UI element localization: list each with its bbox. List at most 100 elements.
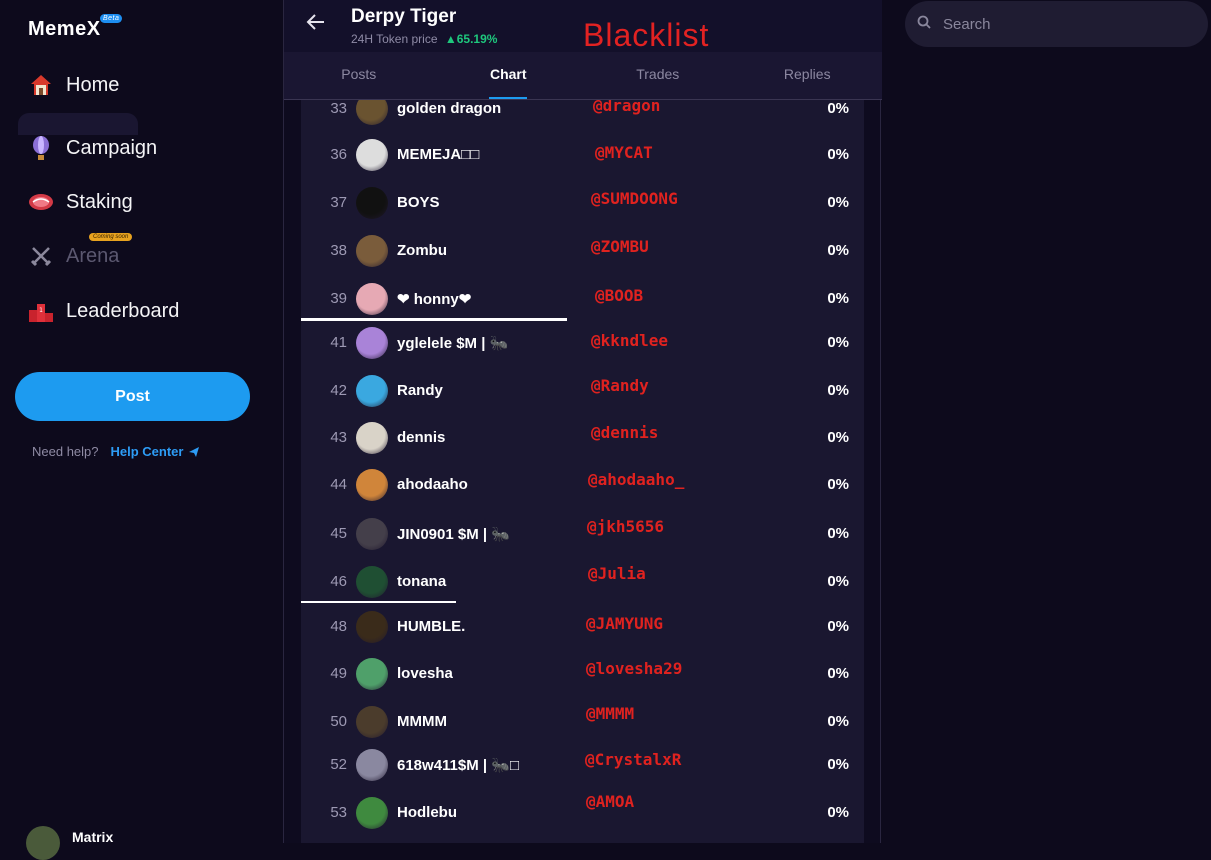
tab-posts[interactable]: Posts <box>284 52 434 99</box>
podium-icon: 1 <box>28 298 54 324</box>
holder-row[interactable]: 42 Randy @Randy 0% <box>301 375 864 407</box>
holder-percentage: 0% <box>827 618 849 635</box>
holder-percentage: 0% <box>827 382 849 399</box>
blacklist-handle: @SUMDOONG <box>591 189 678 208</box>
holder-name[interactable]: Hodlebu <box>397 804 457 821</box>
avatar <box>356 187 388 219</box>
meat-icon <box>28 189 54 215</box>
search-input[interactable] <box>941 14 1185 34</box>
holder-row[interactable]: 41 yglelele $M | 🐜 @kkndlee 0% <box>301 327 864 359</box>
holder-rank: 45 <box>330 525 347 542</box>
holder-name[interactable]: MMMM <box>397 713 447 730</box>
holder-rank: 48 <box>330 618 347 635</box>
avatar <box>356 235 388 267</box>
holder-row[interactable]: 38 Zombu @ZOMBU 0% <box>301 235 864 267</box>
tab-trades[interactable]: Trades <box>583 52 733 99</box>
holder-name[interactable]: yglelele $M | 🐜 <box>397 334 508 352</box>
holder-name[interactable]: BOYS <box>397 194 440 211</box>
sidebar-item-campaign[interactable]: Campaign <box>28 135 157 161</box>
holder-rank: 39 <box>330 290 347 307</box>
holder-percentage: 0% <box>827 525 849 542</box>
holder-percentage: 0% <box>827 573 849 590</box>
holder-percentage: 0% <box>827 334 849 351</box>
help-center-link[interactable]: Help Center <box>111 444 201 459</box>
balloon-icon <box>28 135 54 161</box>
holder-row[interactable]: 48 HUMBLE. @JAMYUNG 0% <box>301 611 864 643</box>
holder-row[interactable]: 36 MEMEJA□□ @MYCAT 0% <box>301 139 864 171</box>
telegram-icon <box>189 446 200 457</box>
sidebar-item-arena[interactable]: Arena Coming soon <box>28 233 133 269</box>
blacklist-handle: @ahodaaho_ <box>588 470 685 489</box>
holder-percentage: 0% <box>827 100 849 117</box>
holder-percentage: 0% <box>827 476 849 493</box>
tab-chart[interactable]: Chart <box>434 52 584 99</box>
avatar <box>26 826 60 860</box>
holder-name[interactable]: tonana <box>397 573 446 590</box>
tab-bar: Posts Chart Trades Replies <box>284 52 882 100</box>
house-icon <box>28 72 54 98</box>
blacklist-handle: @AMOA <box>586 792 635 811</box>
price-change: ▲65.19% <box>444 32 498 46</box>
holder-rank: 41 <box>330 334 347 351</box>
search-bar[interactable] <box>905 1 1208 47</box>
blacklist-handle: @dennis <box>591 423 659 442</box>
holder-name[interactable]: HUMBLE. <box>397 618 465 635</box>
logo-text: MemeX <box>28 18 101 40</box>
sidebar-item-staking[interactable]: Staking <box>28 189 133 215</box>
holder-rank: 50 <box>330 713 347 730</box>
holder-rank: 42 <box>330 382 347 399</box>
token-header: Derpy Tiger 24H Token price ▲65.19% Blac… <box>284 0 882 53</box>
holder-name[interactable]: 618w411$M | 🐜□ <box>397 756 519 774</box>
holder-rank: 52 <box>330 756 347 773</box>
avatar <box>356 422 388 454</box>
avatar <box>356 469 388 501</box>
holder-row[interactable]: 39 ❤ honny❤ @BOOB 0% <box>301 283 864 315</box>
profile-card[interactable]: Matrix <box>26 826 113 860</box>
avatar <box>356 327 388 359</box>
holder-name[interactable]: MEMEJA□□ <box>397 146 479 163</box>
sidebar-item-leaderboard[interactable]: 1 Leaderboard <box>28 298 179 324</box>
holder-row[interactable]: 53 Hodlebu @AMOA 0% <box>301 792 864 829</box>
memex-logo[interactable]: MemeX Beta <box>28 14 123 41</box>
holder-percentage: 0% <box>827 242 849 259</box>
holder-name[interactable]: JIN0901 $M | 🐜 <box>397 525 510 543</box>
holder-name[interactable]: ahodaaho <box>397 476 468 493</box>
holder-row[interactable]: 50 MMMM @MMMM 0% <box>301 704 864 738</box>
holder-row[interactable]: 45 JIN0901 $M | 🐜 @jkh5656 0% <box>301 517 864 550</box>
holder-row[interactable]: 52 618w411$M | 🐜□ @CrystalxR 0% <box>301 749 864 781</box>
holder-row[interactable]: 37 BOYS @SUMDOONG 0% <box>301 187 864 219</box>
blacklist-handle: @Julia <box>588 564 646 583</box>
tab-replies[interactable]: Replies <box>733 52 883 99</box>
holder-percentage: 0% <box>827 429 849 446</box>
holder-percentage: 0% <box>827 194 849 211</box>
blacklist-handle: @JAMYUNG <box>586 614 664 633</box>
token-name: Derpy Tiger <box>351 6 457 27</box>
blacklist-handle: @dragon <box>593 100 661 115</box>
holder-row[interactable]: 33 golden dragon @dragon 0% <box>301 100 864 125</box>
coming-soon-badge: Coming soon <box>89 233 133 241</box>
holder-name[interactable]: golden dragon <box>397 100 501 117</box>
holder-row[interactable]: 44 ahodaaho @ahodaaho_ 0% <box>301 469 864 501</box>
sidebar-item-label: Staking <box>66 190 133 213</box>
post-button[interactable]: Post <box>15 372 250 421</box>
avatar <box>356 611 388 643</box>
holder-row[interactable]: 46 tonana @Julia 0% <box>301 564 864 598</box>
holder-row[interactable]: 49 lovesha @lovesha29 0% <box>301 658 864 690</box>
avatar <box>356 566 388 598</box>
holder-name[interactable]: dennis <box>397 429 445 446</box>
holder-rank: 38 <box>330 242 347 259</box>
avatar <box>356 518 388 550</box>
swords-icon <box>28 243 54 269</box>
holder-name[interactable]: Zombu <box>397 242 447 259</box>
help-text: Need help? <box>32 444 99 459</box>
holder-name[interactable]: ❤ honny❤ <box>397 290 471 308</box>
sidebar-item-label: Campaign <box>66 136 158 159</box>
holder-row[interactable]: 43 dennis @dennis 0% <box>301 422 864 454</box>
holder-name[interactable]: Randy <box>397 382 443 399</box>
holder-name[interactable]: lovesha <box>397 665 453 682</box>
back-arrow-icon[interactable] <box>306 12 326 38</box>
blacklist-handle: @MMMM <box>586 704 635 723</box>
blacklist-handle: @kkndlee <box>591 331 669 350</box>
sidebar-item-home[interactable]: Home <box>28 72 119 98</box>
svg-text:1: 1 <box>39 307 43 314</box>
